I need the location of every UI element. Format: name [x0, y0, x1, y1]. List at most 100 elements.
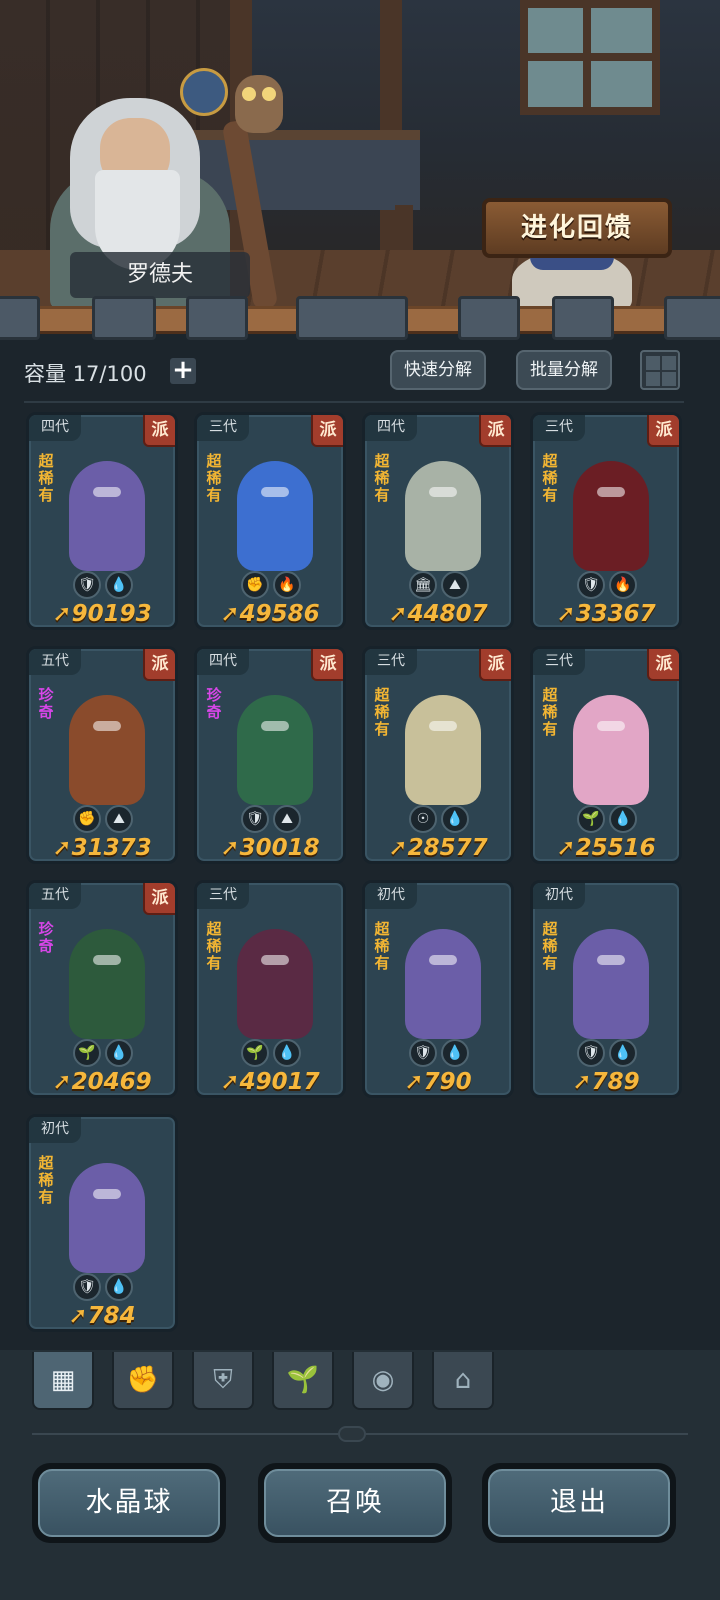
creature-portrait [573, 461, 649, 571]
filter-tab-shield[interactable]: ⛨ [192, 1352, 254, 1410]
water-icon: 💧 [105, 1039, 133, 1067]
water-icon: 💧 [609, 805, 637, 833]
capacity-display: 容量 17/100 [24, 358, 147, 388]
generation-label: 四代 [197, 649, 249, 675]
creature-portrait [69, 1163, 145, 1273]
generation-label: 四代 [29, 415, 81, 441]
filter-tab-leaf[interactable]: 🌱 [272, 1352, 334, 1410]
leaf-icon: 🌱 [286, 1365, 320, 1395]
owl [235, 75, 283, 133]
summon-button[interactable]: 召唤 [258, 1463, 452, 1543]
power-value: ➚25516 [533, 835, 679, 861]
power-value: ➚789 [533, 1069, 679, 1095]
power-value: ➚49017 [197, 1069, 343, 1095]
generation-label: 三代 [533, 649, 585, 675]
all-icon: ▦ [50, 1365, 76, 1395]
monster-card[interactable]: 三代派超稀有 ✊ 🔥 ➚49586 [194, 412, 346, 630]
window [520, 0, 660, 115]
stone-block [0, 296, 40, 340]
creature-portrait [69, 461, 145, 571]
power-value: ➚33367 [533, 601, 679, 627]
rarity-label: 超稀有 [374, 452, 390, 504]
stone-block [186, 296, 248, 340]
tower-icon: 🏛 [409, 571, 437, 599]
power-icon: ➚ [220, 601, 240, 627]
crystal-ball-button[interactable]: 水晶球 [32, 1463, 226, 1543]
power-icon: ➚ [404, 1069, 424, 1095]
monster-card[interactable]: 四代派珍奇 🛡 ⛰ ➚30018 [194, 646, 346, 864]
creature-portrait [69, 929, 145, 1039]
filter-tab-tower[interactable]: ⌂ [432, 1352, 494, 1410]
capacity-value: 17/100 [72, 362, 147, 386]
monster-card[interactable]: 四代派超稀有 🛡 💧 ➚90193 [26, 412, 178, 630]
creature-portrait [237, 695, 313, 805]
power-value: ➚28577 [365, 835, 511, 861]
power-value: ➚784 [29, 1303, 175, 1329]
monster-card[interactable]: 五代派珍奇 ✊ ⛰ ➚31373 [26, 646, 178, 864]
monster-card[interactable]: 三代派超稀有 🛡 🔥 ➚33367 [530, 412, 682, 630]
shield-icon: 🛡 [577, 571, 605, 599]
faction-badge: 派 [479, 649, 511, 681]
power-value: ➚31373 [29, 835, 175, 861]
power-number: 20469 [71, 1069, 152, 1095]
rarity-label: 珍奇 [38, 686, 54, 721]
power-number: 33367 [575, 601, 656, 627]
power-icon: ➚ [52, 601, 72, 627]
rarity-label: 超稀有 [38, 452, 54, 504]
faction-badge: 派 [647, 649, 679, 681]
leaf-icon: 🌱 [577, 805, 605, 833]
expand-capacity-button[interactable]: + [170, 357, 196, 384]
filter-tab-all[interactable]: ▦ [32, 1352, 94, 1410]
spirit-icon: ☉ [409, 805, 437, 833]
power-icon: ➚ [220, 1069, 240, 1095]
monster-card[interactable]: 三代派超稀有 🌱 💧 ➚25516 [530, 646, 682, 864]
exit-button[interactable]: 退出 [482, 1463, 676, 1543]
element-badges: 🌱 💧 [241, 1039, 307, 1067]
power-icon: ➚ [556, 835, 576, 861]
leaf-icon: 🌱 [241, 1039, 269, 1067]
fist-icon: ✊ [73, 805, 101, 833]
quick-decompose-button[interactable]: 快速分解 [390, 350, 486, 390]
monster-card[interactable]: 五代派珍奇 🌱 💧 ➚20469 [26, 880, 178, 1098]
stone-block [552, 296, 614, 340]
power-icon: ➚ [52, 1069, 72, 1095]
power-icon: ➚ [556, 601, 576, 627]
monster-card[interactable]: 初代 超稀有 🛡 💧 ➚790 [362, 880, 514, 1098]
monster-card[interactable]: 四代 派超稀有 🏛 ⛰ ➚44807 [362, 412, 514, 630]
grid-view-icon[interactable] [640, 350, 680, 390]
faction-badge: 派 [311, 649, 343, 681]
evolve-feedback-button[interactable]: 进化回馈 [482, 198, 672, 258]
element-badges: 🏛 ⛰ [409, 571, 475, 599]
creature-portrait [237, 929, 313, 1039]
power-icon: ➚ [52, 835, 72, 861]
stone-block [92, 296, 156, 340]
shield-icon: ⛨ [213, 1365, 233, 1395]
monster-card[interactable]: 初代 超稀有 🛡 💧 ➚784 [26, 1114, 178, 1332]
generation-label: 三代 [533, 415, 585, 441]
faction-badge: 派 [479, 415, 511, 447]
stone-block [458, 296, 520, 340]
fire-icon: 🔥 [273, 571, 301, 599]
power-value: ➚44807 [365, 601, 511, 627]
power-value: ➚90193 [29, 601, 175, 627]
element-badges: 🛡 💧 [577, 1039, 643, 1067]
rarity-label: 超稀有 [206, 920, 222, 972]
creature-portrait [69, 695, 145, 805]
power-value: ➚30018 [197, 835, 343, 861]
power-number: 784 [87, 1303, 136, 1329]
power-icon: ➚ [68, 1303, 88, 1329]
batch-decompose-button[interactable]: 批量分解 [516, 350, 612, 390]
filter-tab-spirit[interactable]: ◉ [352, 1352, 414, 1410]
generation-label: 初代 [533, 883, 585, 909]
exit-label: 退出 [488, 1469, 670, 1537]
filter-tab-fist[interactable]: ✊ [112, 1352, 174, 1410]
rarity-label: 超稀有 [374, 686, 390, 738]
generation-label: 四代 [365, 415, 417, 441]
faction-badge: 派 [647, 415, 679, 447]
power-value: ➚790 [365, 1069, 511, 1095]
monster-card[interactable]: 三代派超稀有 ☉ 💧 ➚28577 [362, 646, 514, 864]
monster-card[interactable]: 初代 超稀有 🛡 💧 ➚789 [530, 880, 682, 1098]
monster-card[interactable]: 三代 超稀有 🌱 💧 ➚49017 [194, 880, 346, 1098]
element-badges: 🛡 💧 [409, 1039, 475, 1067]
shield-icon: 🛡 [409, 1039, 437, 1067]
